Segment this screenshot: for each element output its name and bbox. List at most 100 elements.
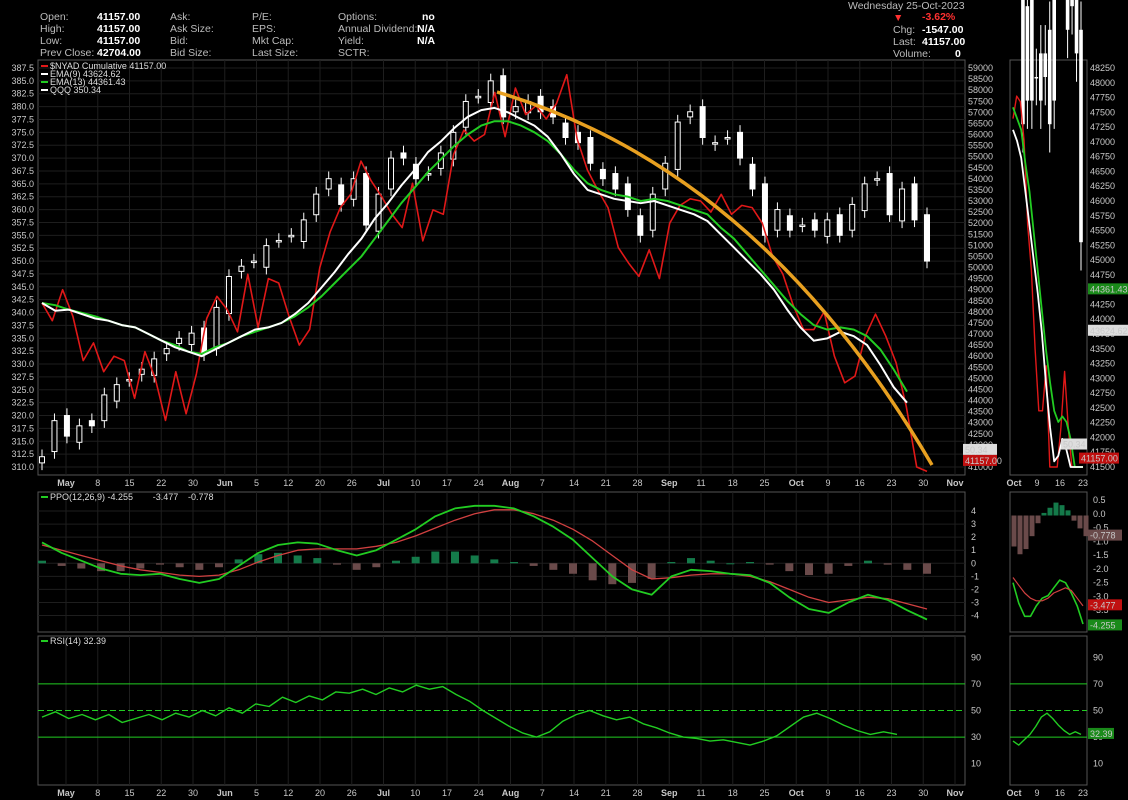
right-tick-label: 46500 bbox=[968, 340, 993, 350]
inset-x-label: Oct bbox=[1006, 788, 1021, 798]
right-tick-label: 58500 bbox=[968, 74, 993, 84]
qqq-candle-body bbox=[363, 173, 370, 226]
left-tick-label: 367.5 bbox=[11, 166, 34, 176]
x-axis-label: 24 bbox=[474, 788, 484, 798]
right-tick-label: 43500 bbox=[968, 407, 993, 417]
ppo-histogram-bar bbox=[431, 551, 440, 564]
left-tick-label: 370.0 bbox=[11, 153, 34, 163]
right-tick-label: 59000 bbox=[968, 63, 993, 73]
ppo-histogram-bar bbox=[647, 563, 656, 579]
qqq-candle-body bbox=[836, 214, 843, 236]
ppo-histogram-bar bbox=[923, 563, 931, 574]
inset-candle-body bbox=[1074, 0, 1079, 54]
inset-tick-label: 42250 bbox=[1090, 418, 1115, 428]
inset-tick-label: 47000 bbox=[1090, 137, 1115, 147]
x-axis-label: 24 bbox=[474, 478, 484, 488]
qqq-candle-body bbox=[861, 183, 868, 212]
right-tick-label: 42500 bbox=[968, 429, 993, 439]
qqq-candle-body bbox=[924, 214, 930, 262]
qqq-candle-body bbox=[699, 106, 706, 139]
rsi-tick-label: 30 bbox=[971, 732, 981, 742]
inset-ppo-tick: -2.0 bbox=[1093, 564, 1109, 574]
left-tick-label: 377.5 bbox=[11, 114, 34, 124]
ppo-histogram-bar bbox=[726, 563, 735, 565]
right-tick-label: 45500 bbox=[968, 362, 993, 372]
x-axis-label: 18 bbox=[728, 788, 738, 798]
right-tick-label: 50500 bbox=[968, 251, 993, 261]
inset-tick-label: 46000 bbox=[1090, 196, 1115, 206]
ppo-histogram-bar bbox=[864, 560, 872, 564]
inset-x-label: 23 bbox=[1078, 788, 1088, 798]
x-axis-label: Nov bbox=[946, 788, 963, 798]
qqq-candle-body bbox=[63, 415, 70, 437]
qqq-candle-body bbox=[911, 183, 918, 221]
qqq-candle-body bbox=[238, 265, 245, 272]
ppo-histogram-bar bbox=[234, 559, 243, 564]
ppo-legend-label: -0.778 bbox=[188, 492, 214, 502]
inset-tick-label: 47750 bbox=[1090, 93, 1115, 103]
x-axis-label: 16 bbox=[855, 478, 865, 488]
qqq-candle-body bbox=[724, 137, 731, 140]
inset-x-label: 23 bbox=[1078, 478, 1088, 488]
x-axis-label: Nov bbox=[946, 478, 963, 488]
ppo-histogram-bar bbox=[215, 563, 223, 568]
ppo-tick-label: -2 bbox=[971, 584, 979, 594]
inset-ema13-marker: 44361.43 bbox=[1090, 284, 1128, 294]
qqq-candle-body bbox=[88, 420, 95, 427]
inset-tick-label: 43000 bbox=[1090, 373, 1115, 383]
ppo-histogram-bar bbox=[195, 563, 204, 570]
ppo-histogram-bar bbox=[746, 562, 754, 564]
x-axis-label: Jul bbox=[377, 788, 390, 798]
chart-canvas: 387.5385.0382.5380.0377.5375.0372.5370.0… bbox=[11, 0, 1128, 798]
right-tick-label: 52500 bbox=[968, 207, 993, 217]
qqq-candle-body bbox=[599, 168, 606, 180]
right-tick-label: 51000 bbox=[968, 240, 993, 250]
right-tick-label: 52000 bbox=[968, 218, 993, 228]
inset-ppo-bar bbox=[1059, 505, 1065, 516]
right-tick-label: 56000 bbox=[968, 130, 993, 140]
qqq-candle-body bbox=[250, 260, 257, 264]
x-axis-label: 12 bbox=[283, 478, 293, 488]
inset-tick-label: 42750 bbox=[1090, 388, 1115, 398]
qqq-candle-body bbox=[263, 245, 270, 268]
left-tick-label: 325.0 bbox=[11, 385, 34, 395]
right-tick-label: 47500 bbox=[968, 318, 993, 328]
ppo-tick-label: 2 bbox=[971, 532, 976, 542]
inset-tick-label: 47250 bbox=[1090, 122, 1115, 132]
inset-tick-label: 45500 bbox=[1090, 226, 1115, 236]
ppo-histogram-bar bbox=[293, 555, 302, 564]
right-tick-label: 44000 bbox=[968, 396, 993, 406]
x-axis-label: 7 bbox=[540, 788, 545, 798]
qqq-candle-body bbox=[786, 215, 793, 231]
inset-tick-label: 45000 bbox=[1090, 255, 1115, 265]
x-axis-label: 30 bbox=[188, 478, 198, 488]
x-axis-label: 17 bbox=[442, 788, 452, 798]
inset-tick-label: 45250 bbox=[1090, 240, 1115, 250]
x-axis-label: Sep bbox=[661, 788, 678, 798]
ppo-histogram-bar bbox=[706, 560, 715, 564]
x-axis-label: 30 bbox=[188, 788, 198, 798]
x-axis-label: 5 bbox=[254, 788, 259, 798]
qqq-candle-body bbox=[886, 173, 893, 216]
x-axis-label: Sep bbox=[661, 478, 678, 488]
right-tick-label: 55000 bbox=[968, 152, 993, 162]
left-tick-label: 382.5 bbox=[11, 89, 34, 99]
x-axis-label: 14 bbox=[569, 478, 579, 488]
left-tick-label: 350.0 bbox=[11, 256, 34, 266]
qqq-candle-body bbox=[587, 137, 594, 164]
ppo-legend-label: PPO(12,26,9) -4.255 bbox=[50, 492, 133, 502]
qqq-candle-body bbox=[687, 111, 694, 118]
ppo-histogram-bar bbox=[490, 559, 499, 564]
ppo-histogram-bar bbox=[785, 563, 794, 572]
inset-candle-body bbox=[1079, 29, 1083, 243]
qqq-candle-body bbox=[674, 121, 681, 170]
x-axis-label: 8 bbox=[95, 788, 100, 798]
qqq-candle-body bbox=[512, 106, 519, 113]
left-tick-label: 365.0 bbox=[11, 179, 34, 189]
qqq-candle-body bbox=[737, 131, 744, 159]
inset-qqq-marker: 50.34 bbox=[1063, 440, 1086, 450]
qqq-candle-body bbox=[874, 178, 881, 181]
qqq-candle-body bbox=[712, 142, 719, 145]
inset-ppo-bar bbox=[1053, 502, 1059, 516]
rsi-tick-label: 70 bbox=[971, 679, 981, 689]
